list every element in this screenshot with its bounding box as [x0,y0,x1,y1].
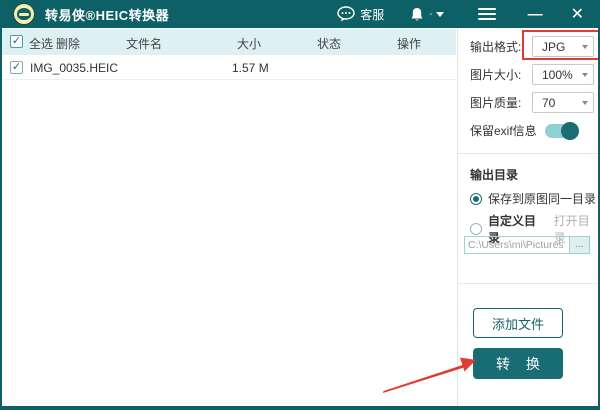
file-list: ✓ 全选 删除 文件名 大小 状态 操作 ✓ IMG_0035.HEIC 1.5… [2,28,456,406]
divider [458,283,598,284]
column-header-status: 状态 [317,37,342,51]
file-list-header: ✓ 全选 删除 文件名 大小 状态 操作 [2,29,456,55]
image-size-value: 100% [542,67,573,82]
image-size-row: 图片大小: 100% [470,64,594,85]
output-format-row: 输出格式: JPG [470,36,594,57]
delete-button[interactable]: 删除 [56,35,80,52]
close-button[interactable]: ✕ [571,4,584,24]
bell-icon [411,7,423,21]
select-all-label[interactable]: 全选 [29,35,53,52]
keep-exif-toggle[interactable] [544,121,579,140]
chevron-down-icon [582,101,588,105]
image-size-select[interactable]: 100% [532,64,594,85]
output-dir-header: 输出目录 [470,168,519,182]
image-quality-select[interactable]: 70 [532,92,594,113]
window-title: 转易侠®HEIC转换器 [45,7,170,23]
row-checkbox[interactable]: ✓ [10,61,23,74]
same-dir-label: 保存到原图同一目录 [488,192,597,206]
column-header-size: 大小 [237,37,262,51]
customer-support-label: 客服 [360,7,385,22]
divider [458,153,598,154]
column-header-action: 操作 [397,37,422,51]
chat-bubble-icon [337,6,355,22]
same-dir-option[interactable]: 保存到原图同一目录 [470,190,596,207]
radio-checked-icon [470,192,482,205]
keep-exif-label: 保留exif信息 [470,124,537,138]
output-format-select[interactable]: JPG [532,36,594,57]
chevron-down-icon [435,11,444,17]
browse-button[interactable]: ... [569,237,589,253]
image-quality-row: 图片质量: 70 [470,92,594,113]
image-quality-label: 图片质量: [470,96,522,110]
title-bar: 转易侠®HEIC转换器 客服 - — ✕ [2,0,598,28]
file-name: IMG_0035.HEIC [30,61,119,75]
chevron-down-icon [582,45,588,49]
notifications-button[interactable]: - [410,7,444,22]
image-size-label: 图片大小: [470,68,522,82]
image-quality-value: 70 [542,95,556,110]
radio-unchecked-icon [470,223,482,235]
column-header-name: 文件名 [126,37,163,51]
settings-panel: 输出格式: JPG 图片大小: 100% 图片质量: 70 保留exif信息 输… [458,28,598,406]
minimize-button[interactable]: — [528,6,543,23]
add-files-button[interactable]: 添加文件 [473,308,563,338]
app-logo-icon [13,3,35,25]
table-row[interactable]: ✓ IMG_0035.HEIC 1.57 M [2,55,456,80]
output-format-value: JPG [542,39,566,54]
customer-support-button[interactable]: 客服 [337,6,384,23]
output-path-input[interactable]: C:\Users\mi\Pictures [465,237,569,253]
keep-exif-row: 保留exif信息 [470,121,579,140]
chevron-down-icon [582,73,588,77]
output-format-label: 输出格式: [470,40,522,54]
menu-button[interactable] [477,5,496,23]
select-all-checkbox[interactable]: ✓ [10,35,23,48]
app-window: 转易侠®HEIC转换器 客服 - — ✕ ✓ 全选 删除 文件名 大小 状态 操… [0,0,600,410]
output-path-box: C:\Users\mi\Pictures ... [464,236,590,254]
convert-button[interactable]: 转 换 [473,348,563,379]
file-size: 1.57 M [232,61,269,75]
